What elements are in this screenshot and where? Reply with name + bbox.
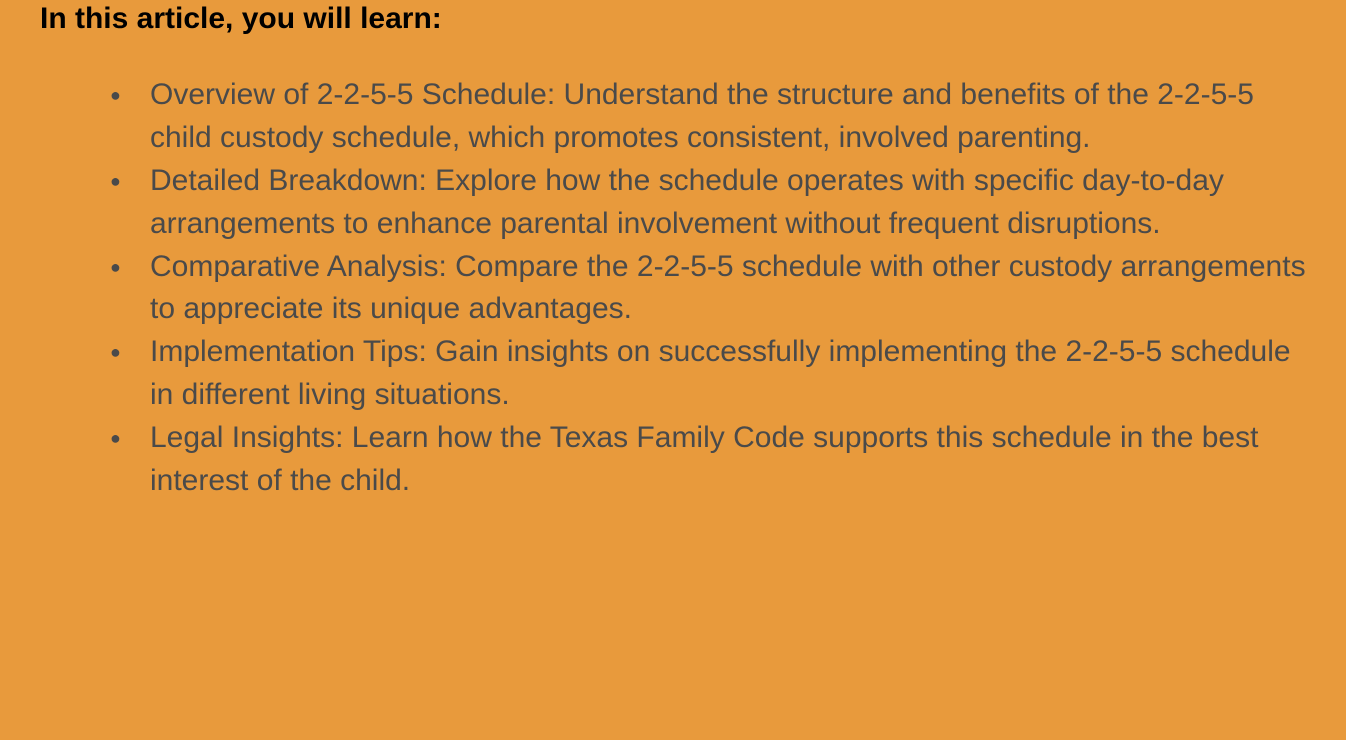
list-item: Legal Insights: Learn how the Texas Fami… — [110, 417, 1306, 503]
summary-list: Overview of 2-2-5-5 Schedule: Understand… — [40, 74, 1306, 503]
list-item: Comparative Analysis: Compare the 2-2-5-… — [110, 246, 1306, 332]
list-item: Detailed Breakdown: Explore how the sche… — [110, 160, 1306, 246]
article-summary-box: In this article, you will learn: Overvie… — [0, 0, 1346, 503]
summary-heading: In this article, you will learn: — [40, 2, 1306, 36]
list-item: Overview of 2-2-5-5 Schedule: Understand… — [110, 74, 1306, 160]
list-item: Implementation Tips: Gain insights on su… — [110, 331, 1306, 417]
